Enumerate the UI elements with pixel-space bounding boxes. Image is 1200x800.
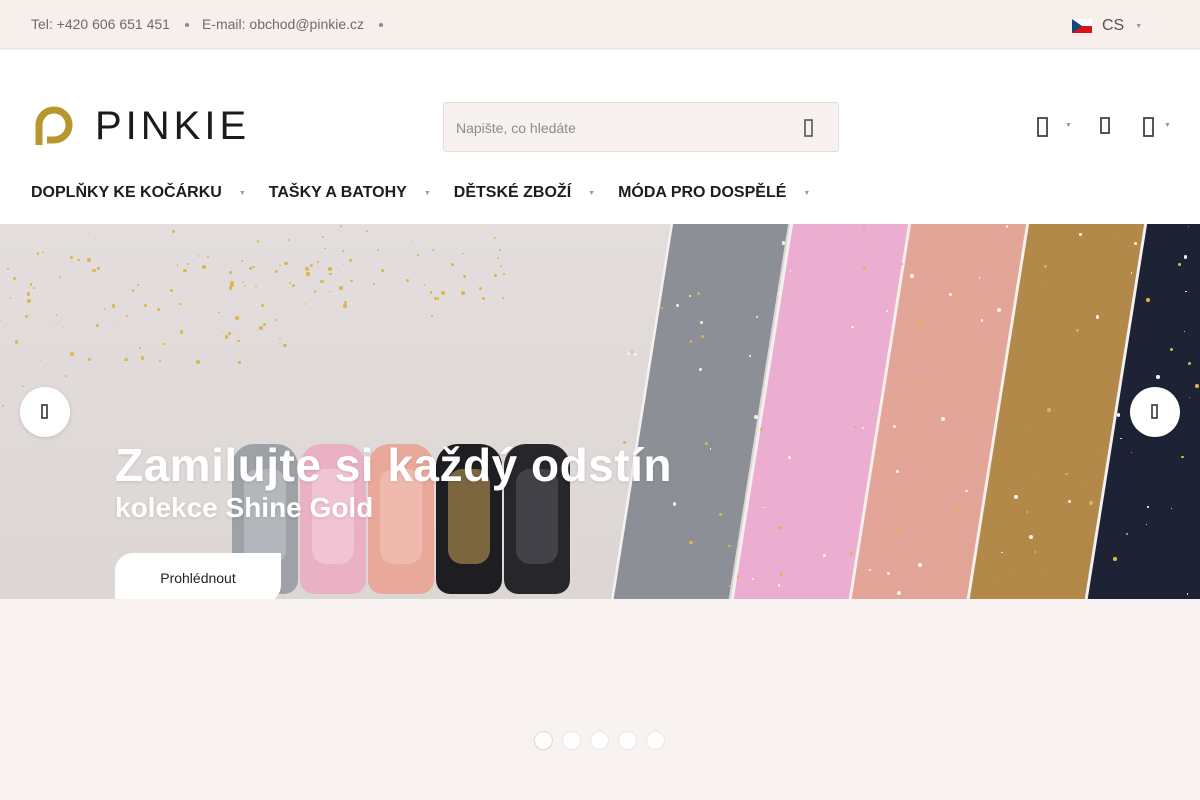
chevron-down-icon: ▼ xyxy=(1164,122,1171,129)
hero-slider: Zamilujte si každý odstín kolekce Shine … xyxy=(0,224,1200,599)
search-input[interactable] xyxy=(456,115,776,141)
chevron-down-icon: ▼ xyxy=(238,189,246,197)
chevron-down-icon: ▼ xyxy=(1065,122,1072,129)
main-navigation: DOPLŇKY KE KOČÁRKU ▼ TAŠKY A BATOHY ▼ DĚ… xyxy=(31,184,833,202)
nav-item-label: TAŠKY A BATOHY xyxy=(268,184,407,201)
view-collection-button[interactable]: Prohlédnout xyxy=(115,553,281,599)
slider-next-button[interactable] xyxy=(1130,387,1180,437)
nav-item-kids-goods[interactable]: DĚTSKÉ ZBOŽÍ ▼ xyxy=(454,184,618,202)
language-code: CS xyxy=(1102,17,1125,34)
chevron-down-icon: ▼ xyxy=(1135,22,1143,30)
separator-dot xyxy=(379,23,384,27)
search-box xyxy=(443,102,839,152)
language-switcher[interactable]: CS ▼ xyxy=(1072,17,1142,35)
czech-flag-icon xyxy=(1072,19,1092,33)
nav-item-label: MÓDA PRO DOSPĚLÉ xyxy=(618,184,787,201)
slider-dot[interactable] xyxy=(563,732,580,749)
logo-text: PINKIE xyxy=(95,104,251,148)
hero-subtitle: kolekce Shine Gold xyxy=(115,492,374,523)
separator-dot xyxy=(184,23,189,27)
chevron-down-icon: ▼ xyxy=(803,189,811,197)
heart-icon[interactable] xyxy=(1099,117,1115,137)
phone-link[interactable]: Tel: +420 606 651 451 xyxy=(31,16,170,32)
nav-item-adult-fashion[interactable]: MÓDA PRO DOSPĚLÉ ▼ xyxy=(618,184,833,202)
arrow-right-icon xyxy=(1151,404,1158,419)
slider-pagination xyxy=(535,732,675,749)
chevron-down-icon: ▼ xyxy=(588,189,596,197)
chevron-down-icon: ▼ xyxy=(423,189,431,197)
search-icon[interactable] xyxy=(800,118,820,138)
site-logo[interactable]: PINKIE xyxy=(33,105,250,147)
logo-mark-icon xyxy=(35,106,73,145)
user-icon[interactable]: ▼ xyxy=(1036,117,1072,137)
slider-dot[interactable] xyxy=(619,732,636,749)
site-header: PINKIE ▼ ▼ DOPLŇKY KE KOČÁRKU ▼ TAŠKY A … xyxy=(0,50,1200,224)
nav-item-bags-backpacks[interactable]: TAŠKY A BATOHY ▼ xyxy=(269,184,454,202)
slider-dot[interactable] xyxy=(647,732,664,749)
slider-dot[interactable] xyxy=(535,732,552,749)
contact-info: Tel: +420 606 651 451 E-mail: obchod@pin… xyxy=(31,16,396,32)
nav-item-label: DOPLŇKY KE KOČÁRKU xyxy=(31,184,222,201)
email-link[interactable]: E-mail: obchod@pinkie.cz xyxy=(202,16,364,32)
nav-item-label: DĚTSKÉ ZBOŽÍ xyxy=(453,184,572,201)
nav-item-stroller-accessories[interactable]: DOPLŇKY KE KOČÁRKU ▼ xyxy=(31,184,269,202)
cart-icon[interactable]: ▼ xyxy=(1142,117,1171,137)
top-bar: Tel: +420 606 651 451 E-mail: obchod@pin… xyxy=(0,0,1200,49)
hero-title: Zamilujte si každý odstín xyxy=(115,439,672,491)
arrow-left-icon xyxy=(41,404,48,419)
slider-dot[interactable] xyxy=(591,732,608,749)
slider-prev-button[interactable] xyxy=(20,387,70,437)
